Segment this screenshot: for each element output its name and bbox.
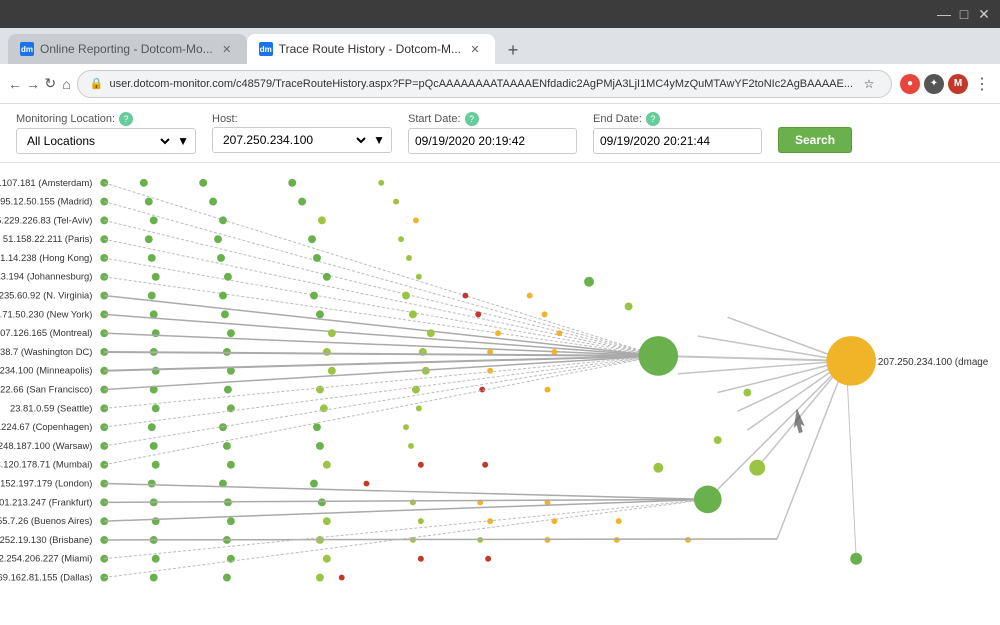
svg-text:23.252.19.130 (Brisbane): 23.252.19.130 (Brisbane) <box>0 534 92 545</box>
close-button[interactable]: ✕ <box>976 6 992 22</box>
row-madrid <box>100 198 658 356</box>
hub-node <box>639 336 679 376</box>
browser-chrome: — □ ✕ dm Online Reporting - Dotcom-Mo...… <box>0 0 1000 104</box>
row-buenosaires <box>100 499 707 525</box>
trace-route-viz: 142.107.181 (Amsterdam) 195.12.50.155 (M… <box>0 163 1000 625</box>
search-button[interactable]: Search <box>778 127 852 153</box>
more-button[interactable]: ⋮ <box>972 74 992 94</box>
tab-label-1: Online Reporting - Dotcom-Mo... <box>40 42 213 56</box>
tab-2[interactable]: dm Trace Route History - Dotcom-M... ✕ <box>247 34 495 64</box>
back-button[interactable]: ← <box>8 70 22 98</box>
start-date-group: Start Date: ? <box>408 112 577 154</box>
end-date-group: End Date: ? <box>593 112 762 154</box>
start-date-label: Start Date: ? <box>408 112 577 126</box>
address-text: user.dotcom-monitor.com/c48579/TraceRout… <box>109 78 853 90</box>
svg-text:4.107.126.165 (Montreal): 4.107.126.165 (Montreal) <box>0 327 92 338</box>
title-bar-controls: — □ ✕ <box>936 6 992 22</box>
minimize-button[interactable]: — <box>936 6 952 22</box>
svg-text:103.1.14.238 (Hong Kong): 103.1.14.238 (Hong Kong) <box>0 252 92 263</box>
row-london <box>100 480 707 500</box>
end-date-input[interactable] <box>593 128 762 154</box>
location-labels: 142.107.181 (Amsterdam) 195.12.50.155 (M… <box>0 177 92 583</box>
row-brisbane <box>100 536 777 544</box>
row-warsaw <box>100 356 658 450</box>
new-tab-button[interactable]: + <box>499 36 527 64</box>
svg-text:103.120.178.71 (Mumbai): 103.120.178.71 (Mumbai) <box>0 459 92 470</box>
svg-text:5.201.213.247 (Frankfurt): 5.201.213.247 (Frankfurt) <box>0 496 92 507</box>
host-group: Host: 207.250.234.100 ▼ <box>212 113 392 153</box>
svg-text:28.238.7 (Washington DC): 28.238.7 (Washington DC) <box>0 346 92 357</box>
title-bar: — □ ✕ <box>0 0 1000 28</box>
monitoring-location-help-icon[interactable]: ? <box>119 112 133 126</box>
svg-text:195.12.50.155 (Madrid): 195.12.50.155 (Madrid) <box>0 196 92 207</box>
extension-icon-3[interactable]: M <box>948 74 968 94</box>
svg-text:1.255.7.26 (Buenos Aires): 1.255.7.26 (Buenos Aires) <box>0 515 92 526</box>
svg-text:69.162.81.155 (Dallas): 69.162.81.155 (Dallas) <box>0 572 92 583</box>
svg-text:21.23.194 (Johannesburg): 21.23.194 (Johannesburg) <box>0 271 92 282</box>
row-amsterdam <box>100 179 658 356</box>
svg-text:185.229.226.83 (Tel-Aviv): 185.229.226.83 (Tel-Aviv) <box>0 214 92 225</box>
maximize-button[interactable]: □ <box>956 6 972 22</box>
end-date-label: End Date: ? <box>593 112 762 126</box>
tab-1[interactable]: dm Online Reporting - Dotcom-Mo... ✕ <box>8 34 247 64</box>
row-minneapolis <box>100 356 658 375</box>
tab-close-2[interactable]: ✕ <box>467 41 483 57</box>
extension-icon-2[interactable]: ✦ <box>924 74 944 94</box>
svg-text:206.71.50.230 (New York): 206.71.50.230 (New York) <box>0 308 92 319</box>
row-miami <box>100 499 707 562</box>
row-copenhagen <box>100 356 658 431</box>
svg-text:51.158.22.211 (Paris): 51.158.22.211 (Paris) <box>3 233 92 244</box>
end-date-help-icon[interactable]: ? <box>646 112 660 126</box>
star-icon[interactable]: ☆ <box>859 74 879 94</box>
row-nvirginia <box>100 292 658 356</box>
host-label: Host: <box>212 113 392 125</box>
svg-text:162.254.206.227 (Miami): 162.254.206.227 (Miami) <box>0 553 92 564</box>
refresh-button[interactable]: ↻ <box>44 70 56 98</box>
filter-bar: Monitoring Location: ? All Locations ▼ H… <box>0 104 1000 163</box>
svg-text:142.107.181 (Amsterdam): 142.107.181 (Amsterdam) <box>0 177 92 188</box>
lock-icon: 🔒 <box>90 77 104 90</box>
search-group: Search <box>778 113 852 153</box>
viz-area: 142.107.181 (Amsterdam) 195.12.50.155 (M… <box>0 163 1000 625</box>
address-bar-icons: ☆ <box>859 74 879 94</box>
page-content: Monitoring Location: ? All Locations ▼ H… <box>0 104 1000 625</box>
select-chevron-icon: ▼ <box>177 134 189 148</box>
monitoring-location-label: Monitoring Location: ? <box>16 112 196 126</box>
tab-bar: dm Online Reporting - Dotcom-Mo... ✕ dm … <box>0 28 1000 64</box>
host-dropdown[interactable]: 207.250.234.100 <box>219 132 369 148</box>
row-johannesburg <box>100 273 658 356</box>
tab-favicon-2: dm <box>259 42 273 56</box>
svg-text:46.248.187.100 (Warsaw): 46.248.187.100 (Warsaw) <box>0 440 92 451</box>
extension-icon-1[interactable]: ● <box>900 74 920 94</box>
target-node <box>826 336 875 385</box>
svg-text:23.81.0.59 (Seattle): 23.81.0.59 (Seattle) <box>10 402 92 413</box>
svg-text:206.224.67 (Copenhagen): 206.224.67 (Copenhagen) <box>0 421 92 432</box>
address-bar[interactable]: 🔒 user.dotcom-monitor.com/c48579/TraceRo… <box>77 70 892 98</box>
home-button[interactable]: ⌂ <box>60 70 72 98</box>
row-sanfrancisco <box>100 356 658 394</box>
svg-text:50.234.100 (Minneapolis): 50.234.100 (Minneapolis) <box>0 365 92 376</box>
host-chevron-icon: ▼ <box>373 133 385 147</box>
start-date-help-icon[interactable]: ? <box>465 112 479 126</box>
tab-close-1[interactable]: ✕ <box>219 41 235 57</box>
svg-text:5.152.197.179 (London): 5.152.197.179 (London) <box>0 478 92 489</box>
start-date-input[interactable] <box>408 128 577 154</box>
nav-bar: ← → ↻ ⌂ 🔒 user.dotcom-monitor.com/c48579… <box>0 64 1000 104</box>
row-paris <box>100 235 658 356</box>
forward-button[interactable]: → <box>26 70 40 98</box>
svg-text:5.49.22.66 (San Francisco): 5.49.22.66 (San Francisco) <box>0 384 92 395</box>
secondary-hub-node <box>694 486 722 514</box>
tab-label-2: Trace Route History - Dotcom-M... <box>279 42 461 56</box>
target-node-label: 207.250.234.100 (dmage <box>878 357 989 368</box>
svg-text:23.235.60.92 (N. Virginia): 23.235.60.92 (N. Virginia) <box>0 290 92 301</box>
monitoring-location-group: Monitoring Location: ? All Locations ▼ <box>16 112 196 154</box>
row-newyork <box>100 310 658 356</box>
monitoring-location-dropdown[interactable]: All Locations <box>23 133 173 149</box>
browser-action-icons: ● ✦ M ⋮ <box>900 74 992 94</box>
monitoring-location-select[interactable]: All Locations ▼ <box>16 128 196 154</box>
host-select[interactable]: 207.250.234.100 ▼ <box>212 127 392 153</box>
tab-favicon-1: dm <box>20 42 34 56</box>
